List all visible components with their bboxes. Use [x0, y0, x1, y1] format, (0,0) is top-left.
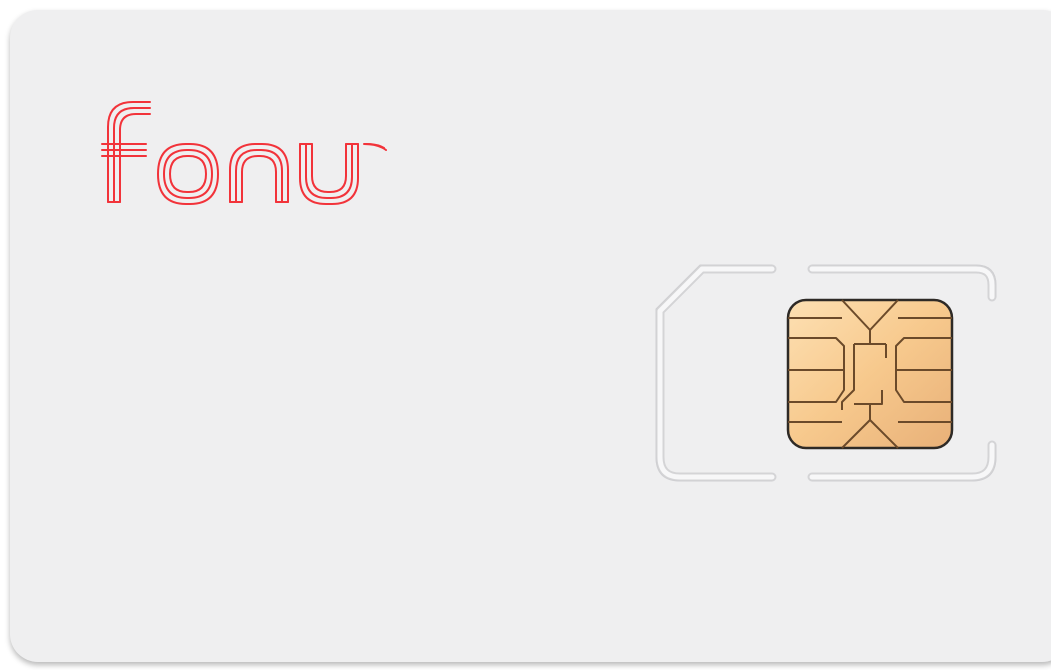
brand-name: fonus — [0, 0, 1, 1]
sim-chip-icon — [786, 298, 954, 450]
fonus-logo-s — [363, 143, 387, 151]
image-canvas: fonus — [0, 0, 1051, 670]
